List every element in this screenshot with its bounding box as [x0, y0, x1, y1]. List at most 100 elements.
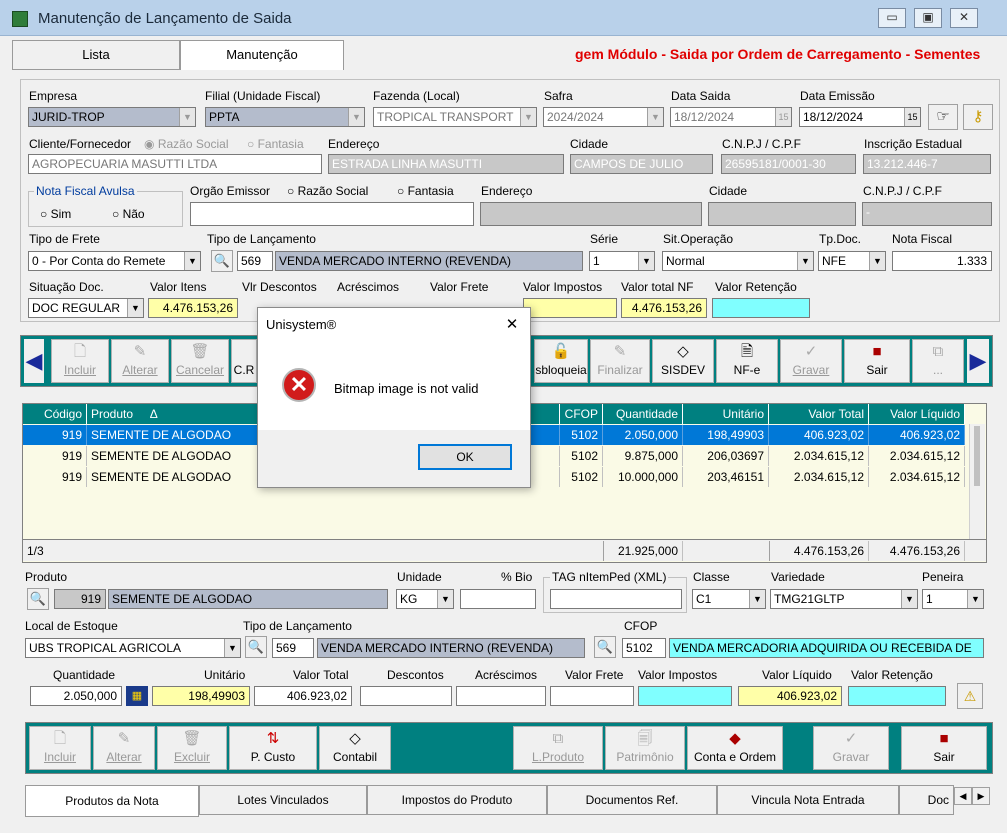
zoom-search-icon[interactable]: 🔍 [245, 636, 267, 658]
contabil-button[interactable]: ◇ Contabil [319, 726, 391, 770]
cancelar-button[interactable]: 🗑 Cancelar [171, 339, 229, 383]
situacao-select[interactable]: DOC REGULAR ▼ [28, 298, 144, 318]
zoom-search-icon[interactable]: 🔍 [594, 636, 616, 658]
quantidade-field[interactable]: 2.050,000 [30, 686, 122, 706]
tab-vincula-nota[interactable]: Vincula Nota Entrada [717, 785, 899, 815]
bio-label: % Bio [501, 570, 533, 584]
razao-social-radio[interactable]: ◉ Razão Social [144, 137, 229, 151]
filial-select[interactable]: PPTA ▼ [205, 107, 365, 127]
calendar-icon[interactable]: 15 [775, 108, 791, 126]
fazenda-select[interactable]: TROPICAL TRANSPORT ▼ [373, 107, 537, 127]
col-valor-total[interactable]: Valor Total [769, 404, 869, 424]
warning-icon[interactable]: ⚠ [957, 683, 983, 709]
cliente-label: Cliente/Fornecedor [29, 137, 132, 151]
nf-avulsa-nao-radio[interactable]: ○ Não [112, 207, 145, 221]
cnpj-label: C.N.P.J / C.P.F [722, 137, 801, 151]
data-emissao-field[interactable]: 18/12/2024 15 [799, 107, 921, 127]
sit-op-select[interactable]: Normal ▼ [662, 251, 814, 271]
pointer-hand-icon[interactable]: ☞ [928, 104, 958, 130]
valor-total2-field[interactable]: 406.923,02 [254, 686, 352, 706]
empresa-select[interactable]: JURID-TROP ▼ [28, 107, 196, 127]
tipo-lanc-code[interactable]: 569 [237, 251, 273, 271]
tab-scroll-left-icon[interactable]: ◀ [954, 787, 972, 805]
variedade-select[interactable]: TMG21GLTP ▼ [770, 589, 918, 609]
tag-field[interactable] [550, 589, 682, 609]
alterar-button[interactable]: ✎ Alterar [111, 339, 169, 383]
sim-label: Sim [50, 207, 72, 221]
valor-frete2-field[interactable] [550, 686, 634, 706]
cr-button[interactable]: C.R [231, 339, 257, 383]
nav-right-icon[interactable]: ▶ [967, 339, 989, 383]
tipo-frete-select[interactable]: 0 - Por Conta do Remete ▼ [28, 251, 201, 271]
pcusto-button[interactable]: ⇅ P. Custo [229, 726, 317, 770]
nav-left-icon[interactable]: ◀ [24, 339, 44, 383]
data-saida-field[interactable]: 18/12/2024 15 [670, 107, 792, 127]
acrescimos2-field[interactable] [456, 686, 546, 706]
serie-select[interactable]: 1 ▼ [589, 251, 655, 271]
cfop-label: CFOP [624, 619, 658, 633]
nota-field[interactable]: 1.333 [892, 251, 992, 271]
tab-documentos-ref[interactable]: Documentos Ref. [547, 785, 717, 815]
conta-ordem-button[interactable]: ◆ Conta e Ordem [687, 726, 783, 770]
tpdoc-select[interactable]: NFE ▼ [818, 251, 886, 271]
orgao-field[interactable] [190, 202, 474, 226]
col-valor-liquido[interactable]: Valor Líquido [869, 404, 965, 424]
unidade-select[interactable]: KG ▼ [396, 589, 454, 609]
calculator-icon[interactable]: ▦ [126, 686, 148, 706]
maximize-button[interactable]: ▣ [914, 8, 942, 28]
col-cfop[interactable]: CFOP [560, 404, 603, 424]
tab-lista[interactable]: Lista [12, 40, 180, 70]
sair-button[interactable]: ■ Sair [844, 339, 910, 383]
peneira-select[interactable]: 1 ▼ [922, 589, 984, 609]
item-excluir-button[interactable]: 🗑 Excluir [157, 726, 227, 770]
ok-button[interactable]: OK [418, 444, 512, 470]
lproduto-button[interactable]: ⧉ L.Produto [513, 726, 603, 770]
tab-manutencao[interactable]: Manutenção [180, 40, 344, 70]
finalizar-button[interactable]: ✎ Finalizar [590, 339, 650, 383]
col-codigo[interactable]: Código [23, 404, 87, 424]
item-alterar-button[interactable]: ✎ Alterar [93, 726, 155, 770]
tab-produtos-nota[interactable]: Produtos da Nota [25, 785, 199, 817]
col-unitario[interactable]: Unitário [683, 404, 769, 424]
cliente-field[interactable]: AGROPECUARIA MASUTTI LTDA [28, 154, 322, 174]
gravar-button[interactable]: ✓ Gravar [780, 339, 842, 383]
tipo-lanc2-code[interactable]: 569 [272, 638, 314, 658]
sisdev-button[interactable]: ◇ SISDEV [652, 339, 714, 383]
cfop-code[interactable]: 5102 [622, 638, 666, 658]
tab-lotes-vinculados[interactable]: Lotes Vinculados [199, 785, 367, 815]
descontos-field[interactable] [360, 686, 452, 706]
item-incluir-button[interactable]: 🗋 Incluir [29, 726, 91, 770]
classe-select[interactable]: C1 ▼ [692, 589, 766, 609]
local-select[interactable]: UBS TROPICAL AGRICOLA ▼ [25, 638, 241, 658]
item-gravar-button[interactable]: ✓ Gravar [813, 726, 889, 770]
desbloqueia-button[interactable]: 🔓 sbloqueia [534, 339, 588, 383]
nfe-button[interactable]: 🗎 NF-e [716, 339, 778, 383]
zoom-search-icon[interactable]: 🔍 [27, 588, 49, 610]
fantasia-label: Fantasia [257, 137, 304, 151]
tab-scroll-right-icon[interactable]: ▶ [972, 787, 990, 805]
patrimonio-button[interactable]: 🗐 Patrimônio [605, 726, 685, 770]
col-quantidade[interactable]: Quantidade [603, 404, 683, 424]
key-icon[interactable]: ⚷ [963, 104, 993, 130]
orgao-razao-radio[interactable]: ○ Razão Social [287, 184, 368, 198]
calendar-icon[interactable]: 15 [904, 108, 920, 126]
minimize-button[interactable]: ▭ [878, 8, 906, 28]
cost-icon: ⇅ [266, 730, 280, 747]
orgao-fantasia-radio[interactable]: ○ Fantasia [397, 184, 454, 198]
bio-field[interactable] [460, 589, 536, 609]
dialog-close-button[interactable]: ✕ [500, 314, 524, 336]
item-sair-button[interactable]: ■ Sair [901, 726, 987, 770]
scroll-thumb[interactable] [974, 426, 980, 486]
nf-avulsa-sim-radio[interactable]: ○ Sim [40, 207, 71, 221]
more-button[interactable]: ⧉... [912, 339, 964, 383]
fantasia-radio[interactable]: ○ Fantasia [247, 137, 304, 151]
zoom-search-icon[interactable]: 🔍 [211, 250, 233, 272]
grid-scrollbar[interactable] [969, 424, 985, 539]
row-counter: 1/3 [27, 544, 44, 558]
chevron-down-icon: ▼ [437, 590, 453, 608]
tab-doc[interactable]: Doc [899, 785, 954, 815]
close-window-button[interactable]: ✕ [950, 8, 978, 28]
incluir-button[interactable]: 🗋 Incluir [51, 339, 109, 383]
safra-select[interactable]: 2024/2024 ▼ [543, 107, 664, 127]
tab-impostos-produto[interactable]: Impostos do Produto [367, 785, 547, 815]
